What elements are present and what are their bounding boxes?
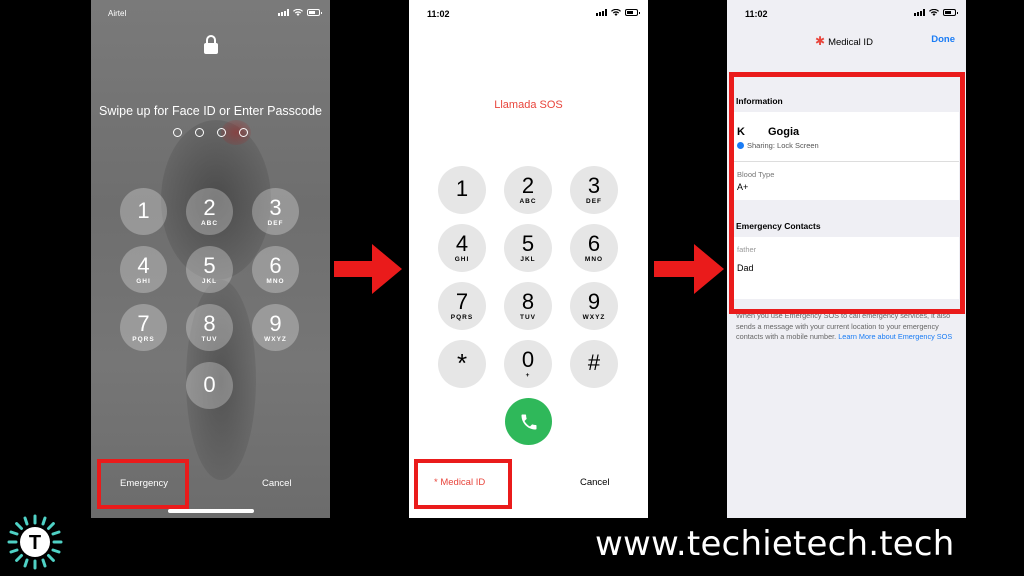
battery-icon — [943, 9, 958, 16]
signal-icon — [914, 9, 925, 16]
nav-bar: ✱ Medical ID Done — [727, 34, 966, 50]
passcode-dots — [91, 128, 330, 137]
keypad-key-8[interactable]: 8 TUV — [504, 282, 552, 330]
medical-asterisk-icon: ✱ — [815, 34, 826, 48]
keypad-key-2[interactable]: 2 ABC — [186, 188, 233, 235]
cancel-button[interactable]: Cancel — [580, 477, 610, 488]
keypad-key-0[interactable]: 0 + — [504, 340, 552, 388]
wifi-icon — [929, 9, 939, 16]
website-url: www.techietech.tech — [595, 524, 955, 564]
techietech-logo: T — [7, 514, 63, 570]
carrier-name: Airtel — [108, 9, 127, 18]
right-arrow-icon — [334, 244, 402, 294]
unlock-prompt: Swipe up for Face ID or Enter Passcode — [98, 104, 323, 118]
keypad-key-7[interactable]: 7 PQRS — [438, 282, 486, 330]
status-bar: Airtel — [91, 9, 330, 21]
cancel-button[interactable]: Cancel — [262, 478, 292, 489]
keypad-key-6[interactable]: 6 MNO — [570, 224, 618, 272]
logo-letter: T — [29, 532, 41, 554]
status-bar: 11:02 — [409, 9, 648, 21]
wifi-icon — [611, 9, 621, 16]
keypad-key-6[interactable]: 6 MNO — [252, 246, 299, 293]
emergency-sos-footer: When you use Emergency SOS to call emerg… — [736, 311, 953, 341]
sos-dialer-screen: 11:02 Llamada SOS 1 2 ABC 3 DEF 4 GHI 5 JKL 6 MNO 7… — [409, 0, 648, 518]
keypad-key-8[interactable]: 8 TUV — [186, 304, 233, 351]
keypad-key-1[interactable]: 1 — [438, 166, 486, 214]
battery-icon — [625, 9, 640, 16]
keypad-key-1[interactable]: 1 — [120, 188, 167, 235]
keypad-key-7[interactable]: 7 PQRS — [120, 304, 167, 351]
keypad-key-0[interactable]: 0 — [186, 362, 233, 409]
sos-call-title: Llamada SOS — [494, 99, 563, 111]
wifi-icon — [293, 9, 303, 16]
home-indicator[interactable] — [168, 509, 254, 513]
keypad-key-9[interactable]: 9 WXYZ — [252, 304, 299, 351]
keypad-key-2[interactable]: 2 ABC — [504, 166, 552, 214]
battery-icon — [307, 9, 322, 16]
right-arrow-icon — [654, 244, 724, 294]
done-button[interactable]: Done — [931, 34, 955, 45]
keypad-key-star[interactable]: * — [438, 340, 486, 388]
status-bar: 11:02 — [727, 9, 966, 21]
signal-icon — [596, 9, 607, 16]
medical-info-highlight-box — [729, 72, 965, 314]
lock-icon — [204, 35, 218, 54]
keypad-key-4[interactable]: 4 GHI — [438, 224, 486, 272]
nav-title: ✱ Medical ID — [815, 34, 873, 48]
keypad-key-3[interactable]: 3 DEF — [252, 188, 299, 235]
keypad-key-4[interactable]: 4 GHI — [120, 246, 167, 293]
medical-id-highlight-box — [414, 459, 512, 509]
keypad-key-3[interactable]: 3 DEF — [570, 166, 618, 214]
signal-icon — [278, 9, 289, 16]
status-time: 11:02 — [745, 9, 768, 19]
keypad-key-hash[interactable]: # — [570, 340, 618, 388]
keypad-key-5[interactable]: 5 JKL — [504, 224, 552, 272]
learn-more-link[interactable]: Learn More about Emergency SOS — [838, 332, 952, 341]
keypad-key-9[interactable]: 9 WXYZ — [570, 282, 618, 330]
call-button[interactable] — [505, 398, 552, 445]
status-time: 11:02 — [427, 9, 450, 19]
keypad-key-5[interactable]: 5 JKL — [186, 246, 233, 293]
phone-icon — [521, 414, 536, 429]
emergency-highlight-box — [97, 459, 189, 509]
lock-screen: Airtel Swipe up for Face ID or Enter Pas… — [91, 0, 330, 518]
